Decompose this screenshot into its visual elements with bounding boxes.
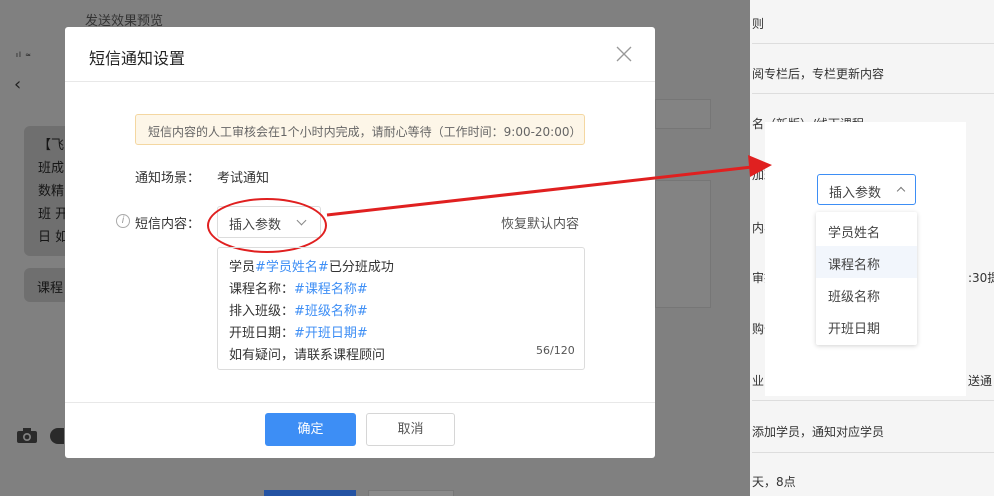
content-line: 开班日期：#开班日期# (229, 322, 368, 341)
content-line: 如有疑问，请联系课程顾问 (229, 348, 386, 363)
confirm-button[interactable]: 确定 (265, 413, 356, 446)
inset-insert-param-button[interactable]: 插入参数 (817, 174, 916, 205)
sms-preview-line: 【飞 (38, 138, 65, 153)
back-arrow-icon[interactable]: ‹ (14, 74, 21, 95)
course-chip-label: 课程 (37, 281, 64, 296)
scene-value: 考试通知 (217, 171, 270, 186)
menu-item-class-name[interactable]: 班级名称 (816, 278, 917, 310)
emoji-icon[interactable] (50, 428, 64, 444)
review-notice: 短信内容的人工审核会在1个小时内完成，请耐心等待（工作时间：9:00-20:00… (135, 114, 585, 145)
right-list-divider (752, 452, 994, 453)
right-list-item: 则 (752, 17, 765, 31)
right-list-divider (752, 93, 994, 94)
sms-preview-line: 数精 (38, 184, 65, 199)
background-cancel-button (368, 490, 454, 496)
content-line: 排入班级：#班级名称# (229, 300, 368, 319)
content-label: 短信内容： (135, 217, 201, 232)
dialog-footer-divider (65, 402, 655, 403)
right-list-divider (752, 43, 994, 44)
sms-preview-line: 日 如 (38, 230, 69, 245)
right-list-item: 添加学员，通知对应学员 (752, 425, 885, 439)
param-tag: #课程名称# (294, 282, 368, 297)
menu-item-course-name[interactable]: 课程名称 (816, 246, 917, 278)
content-text: 课程名称： (229, 282, 295, 297)
param-tag: #开班日期# (294, 326, 368, 341)
content-text: 开班日期： (229, 326, 295, 341)
restore-default-link[interactable]: 恢复默认内容 (501, 213, 579, 232)
content-text: 已分班成功 (328, 260, 394, 275)
background-confirm-button (264, 490, 356, 496)
right-list-item: 天，8点 (752, 475, 796, 489)
cancel-button[interactable]: 取消 (366, 413, 455, 446)
sms-preview-line: 班成 (38, 161, 65, 176)
background-field (655, 180, 711, 308)
content-text: 排入班级： (229, 304, 295, 319)
dialog-title: 短信通知设置 (89, 49, 186, 68)
sms-content-textarea[interactable]: 学员#学员姓名#已分班成功 课程名称：#课程名称# 排入班级：#班级名称# 开班… (217, 247, 585, 370)
char-counter: 56/120 (536, 344, 575, 357)
close-icon[interactable] (615, 45, 633, 63)
sms-settings-dialog: 短信通知设置 短信内容的人工审核会在1个小时内完成，请耐心等待（工作时间：9:0… (65, 27, 655, 458)
right-list-extra: :30提 (968, 271, 994, 285)
zoom-inset: 插入参数 学员姓名 课程名称 班级名称 开班日期 (765, 122, 966, 396)
sms-preview-line: 班 开 (38, 207, 69, 222)
content-text: 学员 (229, 260, 256, 275)
signal-icon: ıl ≈ (16, 51, 32, 59)
content-line: 学员#学员姓名#已分班成功 (229, 256, 394, 275)
menu-item-start-date[interactable]: 开班日期 (816, 310, 917, 342)
param-tag: #班级名称# (294, 304, 368, 319)
content-line: 课程名称：#课程名称# (229, 278, 368, 297)
inset-insert-param-label: 插入参数 (829, 186, 882, 201)
info-icon[interactable]: i (116, 214, 130, 228)
param-dropdown-menu: 学员姓名 课程名称 班级名称 开班日期 (816, 212, 917, 345)
scene-label: 通知场景： (135, 171, 201, 186)
right-list-extra: 送通 (968, 374, 993, 388)
annotation-circle (207, 198, 327, 253)
right-list-item: 阅专栏后，专栏更新内容 (752, 67, 885, 81)
param-tag: #学员姓名# (255, 260, 329, 275)
chevron-up-icon (896, 186, 906, 196)
background-field (655, 99, 711, 129)
dialog-header: 短信通知设置 (65, 27, 655, 82)
camera-icon[interactable] (16, 428, 38, 444)
right-list-divider (752, 400, 994, 401)
menu-item-student-name[interactable]: 学员姓名 (816, 214, 917, 246)
